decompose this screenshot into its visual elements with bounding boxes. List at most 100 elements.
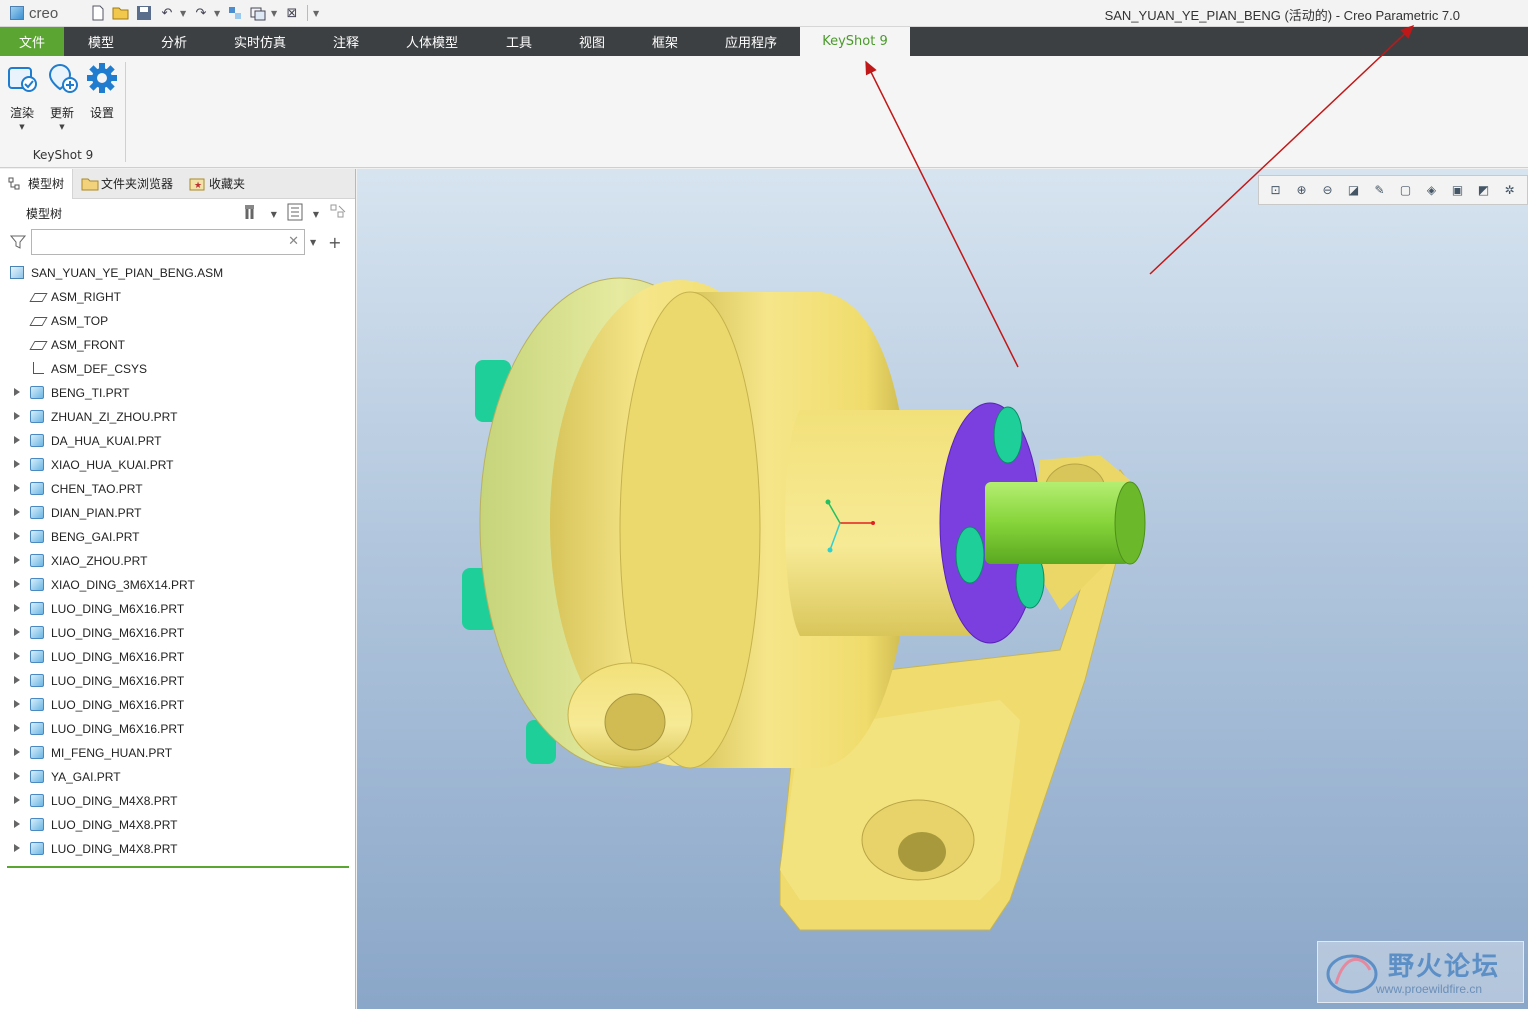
tree-item-label: XIAO_HUA_KUAI.PRT: [51, 458, 174, 472]
tree-item[interactable]: BENG_TI.PRT: [0, 381, 356, 405]
settings-button[interactable]: 设置: [83, 62, 121, 121]
tree-item[interactable]: BENG_GAI.PRT: [0, 525, 356, 549]
display-style-icon[interactable]: ◈: [1421, 180, 1442, 201]
tree-search-input[interactable]: ✕: [31, 229, 305, 255]
menu-tab-3[interactable]: 实时仿真: [210, 27, 310, 56]
show-dropdown-icon[interactable]: ▼: [313, 210, 319, 219]
tab-model-tree[interactable]: 模型树: [0, 168, 74, 199]
zoom-in-icon[interactable]: ⊕: [1291, 180, 1312, 201]
part-icon: [30, 506, 44, 519]
tree-item[interactable]: ASM_DEF_CSYS: [0, 357, 356, 381]
tree-item[interactable]: LUO_DING_M6X16.PRT: [0, 597, 356, 621]
tree-item[interactable]: XIAO_HUA_KUAI.PRT: [0, 453, 356, 477]
tree-item[interactable]: LUO_DING_M6X16.PRT: [0, 693, 356, 717]
clear-search-icon[interactable]: ✕: [288, 234, 299, 249]
redo-dropdown-icon[interactable]: ▼: [214, 9, 222, 18]
tree-item[interactable]: LUO_DING_M6X16.PRT: [0, 621, 356, 645]
expand-arrow-icon[interactable]: [14, 460, 20, 468]
customize-icon[interactable]: ▼: [313, 9, 321, 18]
filter-funnel-icon[interactable]: [9, 234, 27, 250]
expand-arrow-icon[interactable]: [14, 484, 20, 492]
menu-tab-9[interactable]: 应用程序: [702, 27, 800, 56]
expand-arrow-icon[interactable]: [14, 508, 20, 516]
menu-tab-1[interactable]: 模型: [64, 27, 138, 56]
expand-arrow-icon[interactable]: [14, 796, 20, 804]
menu-tab-4[interactable]: 注释: [310, 27, 382, 56]
expand-arrow-icon[interactable]: [14, 556, 20, 564]
tree-item[interactable]: LUO_DING_M4X8.PRT: [0, 813, 356, 837]
expand-arrow-icon[interactable]: [14, 652, 20, 660]
redo-icon[interactable]: ↷: [191, 3, 211, 23]
tree-item[interactable]: LUO_DING_M4X8.PRT: [0, 837, 356, 861]
tree-item[interactable]: XIAO_ZHOU.PRT: [0, 549, 356, 573]
tree-item[interactable]: LUO_DING_M6X16.PRT: [0, 669, 356, 693]
tree-item[interactable]: DA_HUA_KUAI.PRT: [0, 429, 356, 453]
open-icon[interactable]: [111, 3, 131, 23]
close-window-icon[interactable]: ⊠: [282, 3, 302, 23]
menu-tab-0[interactable]: 文件: [0, 27, 64, 56]
windows-dropdown-icon[interactable]: ▼: [271, 9, 279, 18]
tree-item[interactable]: MI_FENG_HUAN.PRT: [0, 741, 356, 765]
tree-settings-icon[interactable]: [243, 203, 261, 225]
expand-arrow-icon[interactable]: [14, 700, 20, 708]
spin-center-icon[interactable]: ◩: [1473, 180, 1494, 201]
tree-settings-dropdown-icon[interactable]: ▼: [271, 210, 277, 219]
tree-item[interactable]: ASM_RIGHT: [0, 285, 356, 309]
pump-assembly-model[interactable]: [357, 169, 1528, 1009]
render-dropdown-icon[interactable]: ▼: [19, 123, 24, 131]
tree-item[interactable]: SAN_YUAN_YE_PIAN_BENG.ASM: [0, 261, 356, 285]
expand-arrow-icon[interactable]: [14, 844, 20, 852]
perspective-icon[interactable]: ▣: [1447, 180, 1468, 201]
graphics-window[interactable]: ⊡ ⊕ ⊖ ◪ ✎ ▢ ◈ ▣ ◩ ✲ 野火论坛 www.proewildfire.cn: [357, 169, 1528, 1009]
undo-dropdown-icon[interactable]: ▼: [180, 9, 188, 18]
tree-item[interactable]: ZHUAN_ZI_ZHOU.PRT: [0, 405, 356, 429]
menu-tab-2[interactable]: 分析: [138, 27, 210, 56]
menu-tab-8[interactable]: 框架: [628, 27, 702, 56]
save-icon[interactable]: [134, 3, 154, 23]
expand-arrow-icon[interactable]: [14, 772, 20, 780]
show-list-icon[interactable]: [287, 203, 303, 225]
view-manager-icon[interactable]: ✎: [1369, 180, 1390, 201]
update-dropdown-icon[interactable]: ▼: [59, 123, 64, 131]
menu-tab-6[interactable]: 工具: [482, 27, 556, 56]
saved-views-icon[interactable]: ▢: [1395, 180, 1416, 201]
tree-item[interactable]: YA_GAI.PRT: [0, 765, 356, 789]
refit-icon[interactable]: ⊡: [1265, 180, 1286, 201]
update-button[interactable]: 更新 ▼: [43, 62, 81, 131]
tree-columns-icon[interactable]: [329, 203, 347, 225]
menu-tab-10[interactable]: KeyShot 9: [800, 27, 910, 56]
expand-arrow-icon[interactable]: [14, 412, 20, 420]
tree-item[interactable]: LUO_DING_M4X8.PRT: [0, 789, 356, 813]
tree-item[interactable]: ASM_FRONT: [0, 333, 356, 357]
expand-arrow-icon[interactable]: [14, 580, 20, 588]
windows-icon[interactable]: [248, 3, 268, 23]
expand-arrow-icon[interactable]: [14, 724, 20, 732]
tree-item[interactable]: LUO_DING_M6X16.PRT: [0, 645, 356, 669]
menu-tab-7[interactable]: 视图: [556, 27, 628, 56]
expand-arrow-icon[interactable]: [14, 628, 20, 636]
tree-item[interactable]: ASM_TOP: [0, 309, 356, 333]
expand-arrow-icon[interactable]: [14, 820, 20, 828]
expand-arrow-icon[interactable]: [14, 436, 20, 444]
tree-item[interactable]: CHEN_TAO.PRT: [0, 477, 356, 501]
tab-folder-browser[interactable]: 文件夹浏览器: [73, 169, 181, 199]
repaint-icon[interactable]: ◪: [1343, 180, 1364, 201]
new-icon[interactable]: [88, 3, 108, 23]
menu-tab-5[interactable]: 人体模型: [382, 27, 482, 56]
expand-arrow-icon[interactable]: [14, 676, 20, 684]
tree-item[interactable]: DIAN_PIAN.PRT: [0, 501, 356, 525]
expand-arrow-icon[interactable]: [14, 748, 20, 756]
add-filter-icon[interactable]: +: [328, 233, 341, 252]
expand-arrow-icon[interactable]: [14, 532, 20, 540]
expand-arrow-icon[interactable]: [14, 604, 20, 612]
regenerate-icon[interactable]: [225, 3, 245, 23]
tree-item[interactable]: XIAO_DING_3M6X14.PRT: [0, 573, 356, 597]
render-button[interactable]: 渲染 ▼: [3, 62, 41, 131]
expand-arrow-icon[interactable]: [14, 388, 20, 396]
zoom-out-icon[interactable]: ⊖: [1317, 180, 1338, 201]
tree-item[interactable]: LUO_DING_M6X16.PRT: [0, 717, 356, 741]
datum-display-icon[interactable]: ✲: [1499, 180, 1520, 201]
filter-dropdown-icon[interactable]: ▼: [310, 238, 316, 247]
undo-icon[interactable]: ↶: [157, 3, 177, 23]
tab-favorites[interactable]: ★ 收藏夹: [181, 169, 253, 199]
